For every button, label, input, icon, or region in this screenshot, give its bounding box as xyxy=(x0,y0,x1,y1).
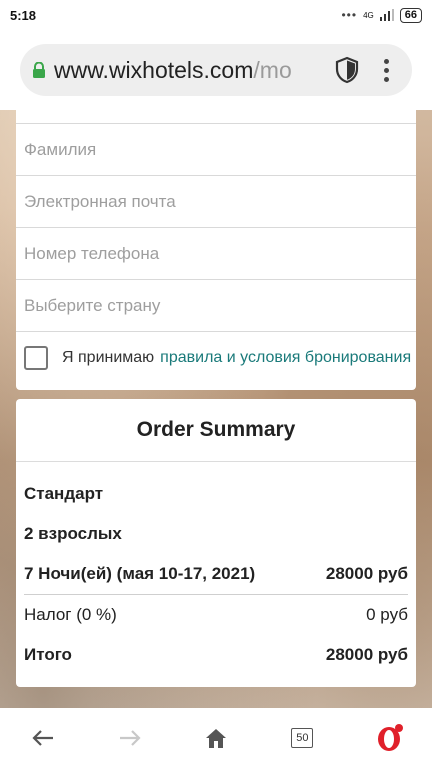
forward-button[interactable] xyxy=(110,718,150,758)
status-bar: 5:18 ••• 4G 66 xyxy=(0,0,432,30)
country-select[interactable]: Выберите страну xyxy=(16,280,416,332)
terms-link[interactable]: правила и условия бронирования xyxy=(160,349,411,367)
tax-label: Налог (0 %) xyxy=(24,605,117,624)
terms-row: Я принимаю правила и условия бронировани… xyxy=(16,332,416,384)
room-type: Стандарт xyxy=(24,474,408,514)
shield-icon[interactable] xyxy=(334,56,360,84)
guest-count-label: 2 взрослых xyxy=(24,524,122,543)
browser-toolbar: www.wixhotels.com/mo xyxy=(0,30,432,110)
clock: 5:18 xyxy=(10,7,37,23)
room-type-label: Стандарт xyxy=(24,484,104,503)
total-row: Итого 28000 руб xyxy=(24,635,408,675)
home-icon xyxy=(205,729,226,748)
guest-form: Фамилия Электронная почта Номер телефона… xyxy=(16,110,416,390)
opera-menu-button[interactable] xyxy=(369,718,409,758)
terms-checkbox[interactable] xyxy=(24,346,48,370)
battery-indicator: 66 xyxy=(399,7,422,23)
guest-count: 2 взрослых xyxy=(24,514,408,554)
more-menu-icon[interactable] xyxy=(376,56,396,84)
notification-dots-icon: ••• xyxy=(341,8,358,22)
forward-arrow-icon xyxy=(119,730,141,746)
home-button[interactable] xyxy=(196,718,236,758)
phone-field[interactable]: Номер телефона xyxy=(16,228,416,280)
url-path: /mo xyxy=(253,56,292,83)
tax-row: Налог (0 %) 0 руб xyxy=(24,595,408,635)
tabs-button[interactable]: 50 xyxy=(282,718,322,758)
form-field-top-edge xyxy=(16,110,416,124)
network-type: 4G xyxy=(363,10,374,20)
back-arrow-icon xyxy=(32,730,54,746)
order-summary-card: Order Summary Стандарт 2 взрослых 7 Ночи… xyxy=(16,399,416,687)
lock-icon xyxy=(33,62,45,78)
url-domain: www.wixhotels.com xyxy=(54,56,254,83)
last-name-field[interactable]: Фамилия xyxy=(16,124,416,176)
terms-label: Я принимаю xyxy=(62,349,155,366)
stay-label: 7 Ночи(ей) (мая 10-17, 2021) xyxy=(24,564,256,583)
notification-dot xyxy=(394,724,403,732)
total-value: 28000 руб xyxy=(325,645,408,664)
url-text[interactable]: www.wixhotels.com/mo xyxy=(54,57,324,84)
stay-price: 28000 руб xyxy=(325,564,408,583)
order-summary-title: Order Summary xyxy=(16,399,416,462)
tabs-count: 50 xyxy=(291,728,314,748)
address-bar[interactable]: www.wixhotels.com/mo xyxy=(20,44,412,96)
bottom-navigation: 50 xyxy=(0,708,432,768)
signal-icon xyxy=(379,9,394,21)
total-label: Итого xyxy=(24,645,72,664)
back-button[interactable] xyxy=(23,718,63,758)
stay-row: 7 Ночи(ей) (мая 10-17, 2021) 28000 руб xyxy=(24,554,408,594)
order-summary-body: Стандарт 2 взрослых 7 Ночи(ей) (мая 10-1… xyxy=(16,474,416,675)
email-field[interactable]: Электронная почта xyxy=(16,176,416,228)
tax-value: 0 руб xyxy=(366,605,408,624)
status-icons: ••• 4G 66 xyxy=(341,7,422,23)
